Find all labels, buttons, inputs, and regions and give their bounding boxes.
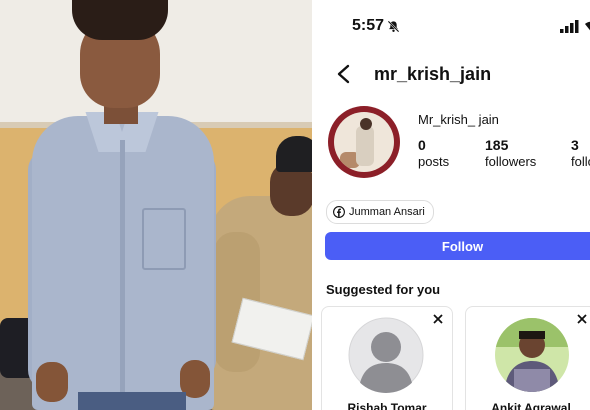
suggested-name[interactable]: Ankit Agrawal xyxy=(466,401,590,410)
followers-count[interactable]: 185 xyxy=(485,137,508,153)
status-time: 5:57 xyxy=(352,17,385,34)
photo-avatar[interactable] xyxy=(494,317,570,393)
followers-label[interactable]: followers xyxy=(485,154,536,169)
bell-muted-icon xyxy=(387,20,400,33)
suggested-title: Suggested for you xyxy=(326,282,441,297)
news-photo xyxy=(0,0,312,410)
mutual-follower-chip[interactable]: Jumman Ansari xyxy=(326,200,434,224)
close-icon[interactable] xyxy=(576,313,588,325)
posts-label: posts xyxy=(418,154,450,169)
instagram-profile-screen: 5:57 mr_krish_jain Mr_krish_ jain 0 post… xyxy=(312,0,590,410)
profile-username: mr_krish_jain xyxy=(374,64,492,84)
posts-count: 0 xyxy=(418,137,426,153)
back-arrow-icon[interactable] xyxy=(336,64,352,84)
close-icon[interactable] xyxy=(432,313,444,325)
follow-button[interactable]: Follow xyxy=(325,232,590,260)
following-count[interactable]: 3 xyxy=(571,137,579,153)
suggested-card[interactable]: Ankit Agrawal xyxy=(465,306,590,410)
wifi-icon xyxy=(585,21,590,31)
mutual-follower-name: Jumman Ansari xyxy=(349,206,425,218)
facebook-icon xyxy=(333,206,345,218)
profile-avatar-photo xyxy=(334,112,394,172)
suggested-name[interactable]: Rishab Tomar xyxy=(322,401,452,410)
default-avatar-icon[interactable] xyxy=(348,317,424,393)
suggested-card[interactable]: Rishab Tomar xyxy=(321,306,453,410)
profile-display-name: Mr_krish_ jain xyxy=(418,112,499,127)
cellular-signal-icon xyxy=(560,20,579,33)
following-label[interactable]: following xyxy=(571,154,590,169)
